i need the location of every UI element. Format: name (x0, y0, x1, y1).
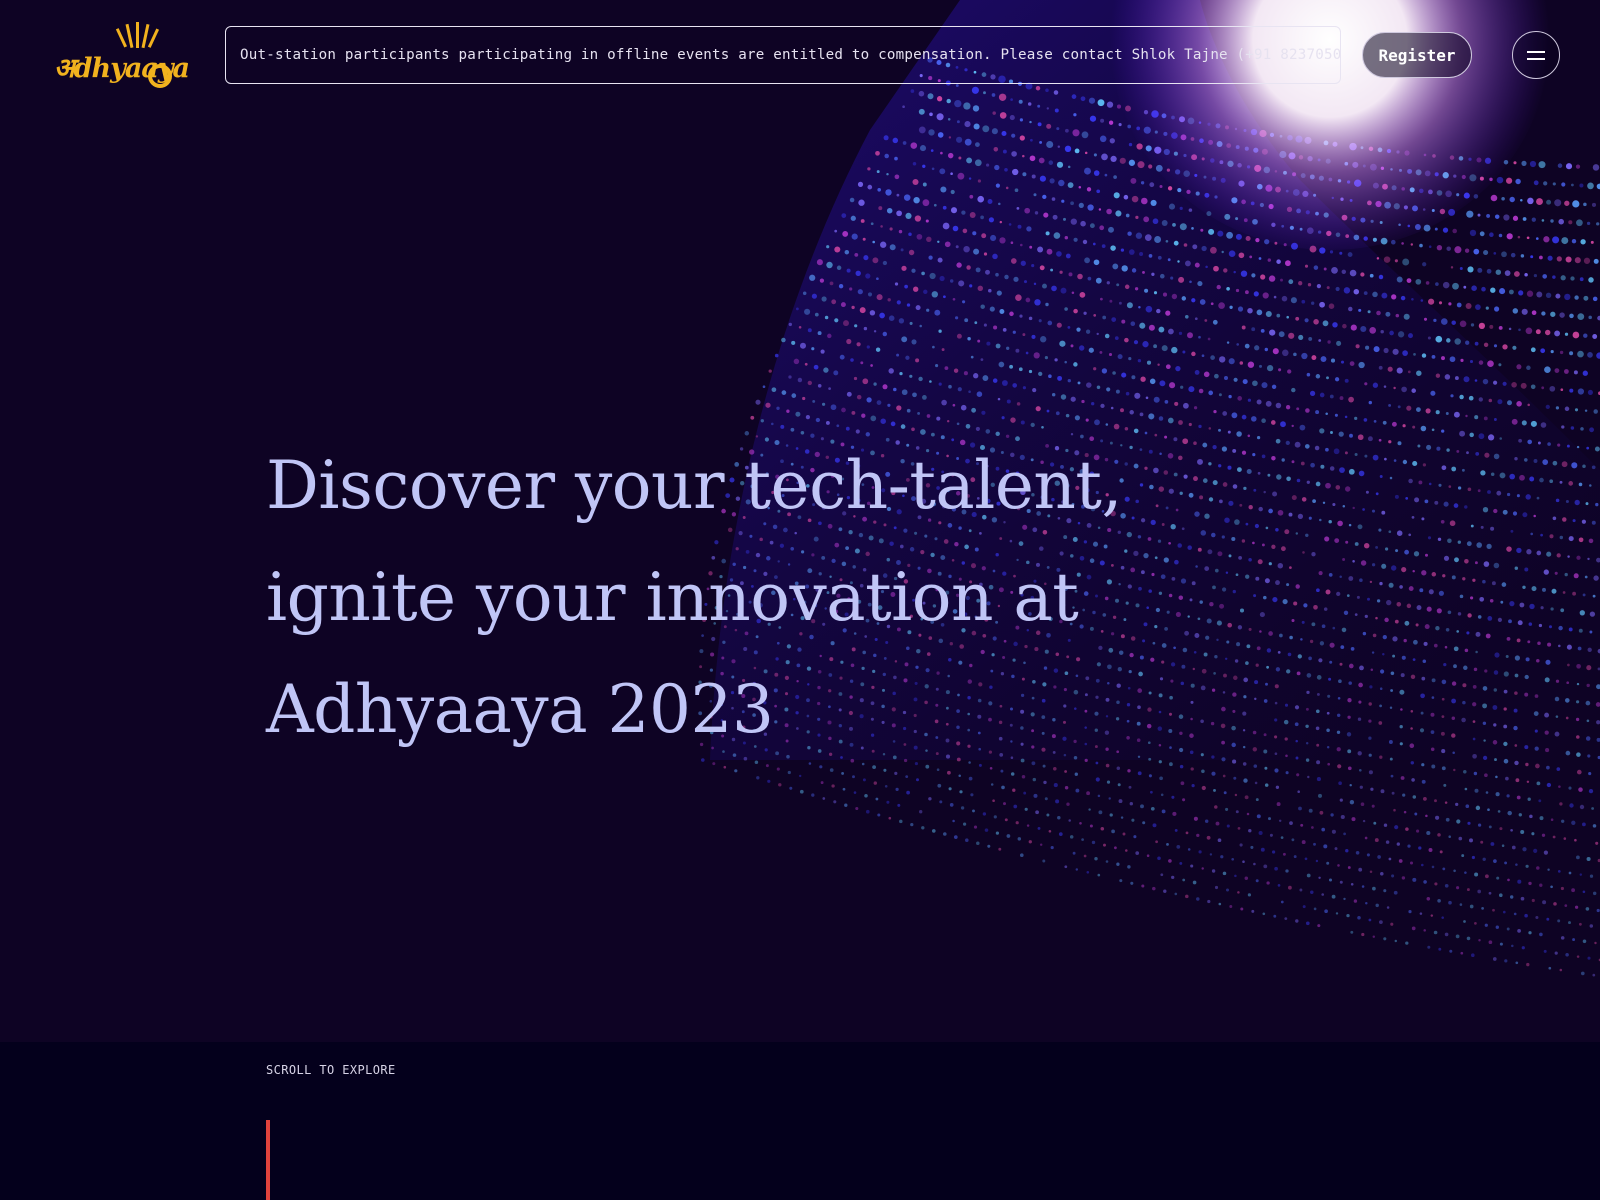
announcement-banner: Out-station participants participating i… (225, 26, 1341, 84)
headline-line-3: Adhyaaya 2023 (266, 671, 774, 748)
headline-line-1: Discover your tech-talent, (266, 447, 1122, 524)
register-button[interactable]: Register (1362, 32, 1472, 78)
headline-line-2: ignite your innovation at (266, 559, 1079, 636)
scroll-section: SCROLL TO EXPLORE (0, 1042, 1600, 1200)
logo-wordmark: अdhyaaya (54, 53, 190, 84)
hero-section: अdhyaaya Out-station participants partic… (0, 0, 1600, 1042)
scroll-indicator-line (266, 1120, 270, 1200)
menu-button[interactable] (1512, 31, 1560, 79)
hamburger-menu-icon (1527, 50, 1545, 53)
hero-headline: Discover your tech-talent, ignite your i… (266, 430, 1166, 766)
scroll-to-explore-label: SCROLL TO EXPLORE (266, 1063, 396, 1077)
adhyaaya-logo[interactable]: अdhyaaya (50, 18, 190, 94)
hamburger-menu-icon-bar (1527, 57, 1545, 60)
announcement-text: Out-station participants participating i… (240, 47, 1341, 63)
